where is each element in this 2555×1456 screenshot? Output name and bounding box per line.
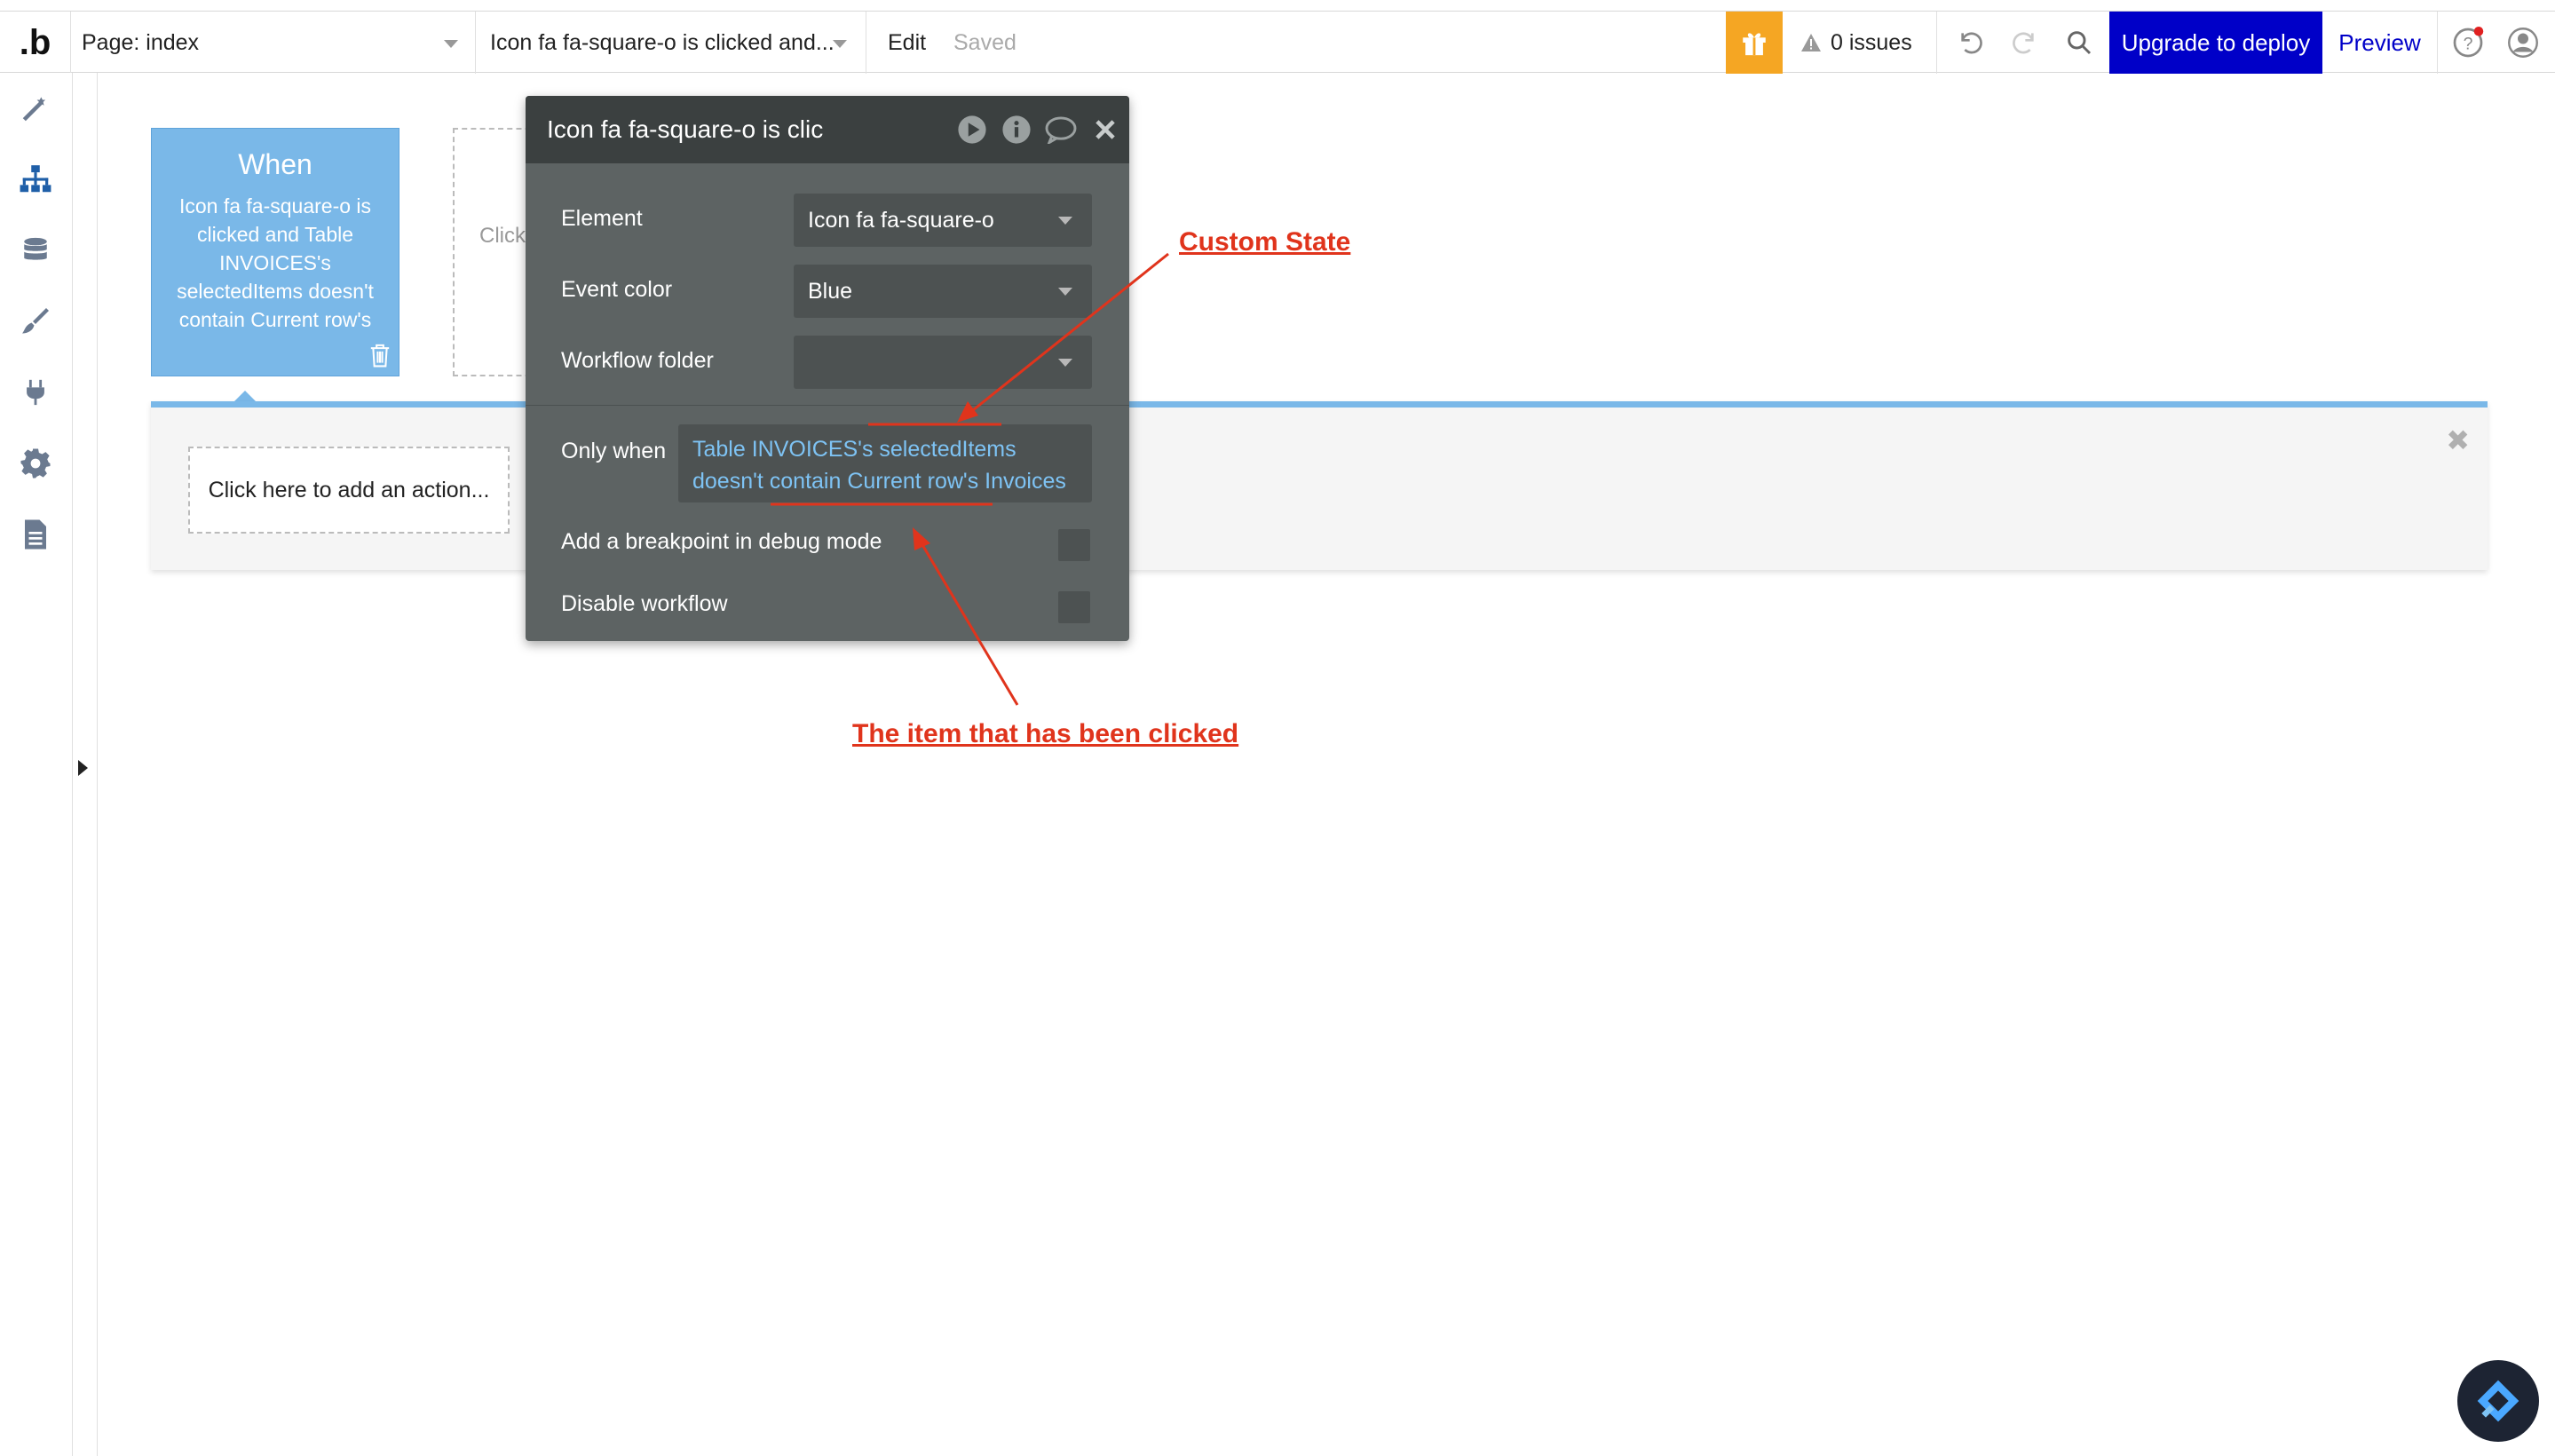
event-color-label: Event color	[561, 277, 673, 302]
top-toolbar: .b Page: index Icon fa fa-square-o is cl…	[0, 11, 2555, 74]
workflow-selector-label: Icon fa fa-square-o is clicked and...	[490, 29, 835, 55]
editor-divider	[526, 405, 1129, 406]
search-icon	[2068, 31, 2092, 55]
add-action-button[interactable]: Click here to add an action...	[188, 447, 510, 534]
event-color-dropdown[interactable]: Blue	[794, 265, 1092, 318]
workflow-selector[interactable]: Icon fa fa-square-o is clicked and...	[476, 12, 866, 74]
bubble-logo[interactable]: .b	[0, 12, 71, 74]
property-editor-title: Icon fa fa-square-o is clic	[547, 115, 824, 143]
sidebar-item-logs[interactable]	[0, 508, 71, 561]
plug-icon	[27, 379, 44, 406]
breakpoint-checkbox[interactable]	[1058, 529, 1090, 561]
search-button[interactable]	[2058, 12, 2100, 74]
clicked-item-annotation: The item that has been clicked	[852, 719, 1239, 748]
workflow-event-card[interactable]: When Icon fa fa-square-o is clicked and …	[151, 128, 399, 376]
sidebar-item-design[interactable]	[0, 82, 71, 135]
upgrade-to-deploy-button[interactable]: Upgrade to deploy	[2109, 12, 2322, 74]
only-when-condition-field[interactable]: Table INVOICES's selectedItems doesn't c…	[678, 424, 1092, 502]
run-button[interactable]	[955, 113, 989, 146]
chevron-down-icon	[1058, 359, 1072, 367]
chat-logo-icon	[2477, 1380, 2519, 1422]
undo-button[interactable]	[1950, 12, 1992, 74]
chevron-down-icon	[833, 40, 847, 48]
help-button[interactable]: ?	[2447, 12, 2489, 74]
add-event-placeholder-label: Click	[479, 224, 526, 248]
custom-state-annotation: Custom State	[1179, 227, 1351, 257]
help-icon: ?	[2453, 27, 2484, 58]
only-when-label: Only when	[561, 439, 667, 463]
issues-count: 0 issues	[1831, 29, 1912, 55]
element-dropdown[interactable]: Icon fa fa-square-o	[794, 194, 1092, 247]
info-button[interactable]	[1000, 113, 1033, 146]
info-icon	[1002, 115, 1031, 144]
event-color-dropdown-value: Blue	[808, 278, 853, 304]
design-icon	[22, 97, 46, 122]
close-icon	[1096, 120, 1115, 139]
workflow-folder-label: Workflow folder	[561, 348, 714, 373]
document-icon	[25, 519, 46, 550]
workflow-icon	[20, 165, 51, 193]
gear-icon	[20, 448, 51, 479]
edit-menu-button[interactable]: Edit	[888, 12, 926, 74]
chevron-down-icon	[1058, 288, 1072, 296]
close-icon[interactable]: ✖	[2446, 423, 2470, 457]
sidebar-item-settings[interactable]	[0, 437, 71, 490]
page-selector-label: Page: index	[82, 29, 200, 55]
close-editor-button[interactable]	[1088, 113, 1122, 146]
support-chat-button[interactable]	[2457, 1360, 2539, 1442]
warning-icon	[1801, 34, 1821, 51]
expand-panel-icon[interactable]	[78, 760, 88, 776]
left-sidebar	[0, 73, 73, 1456]
comment-button[interactable]	[1044, 113, 1078, 146]
element-dropdown-value: Icon fa fa-square-o	[808, 207, 994, 233]
data-icon	[24, 237, 47, 260]
property-editor: Icon fa fa-square-o is clic Element Icon…	[526, 96, 1129, 641]
sidebar-item-workflow[interactable]	[0, 153, 71, 206]
workflow-folder-dropdown[interactable]	[794, 336, 1092, 389]
play-icon	[958, 115, 986, 144]
undo-icon	[1961, 32, 1982, 54]
actions-panel: Click here to add an action... ✖	[151, 401, 2488, 570]
gift-button[interactable]	[1726, 12, 1783, 74]
page-selector[interactable]: Page: index	[71, 12, 476, 74]
breakpoint-label: Add a breakpoint in debug mode	[561, 529, 882, 554]
event-card-description: Icon fa fa-square-o is clicked and Table…	[177, 194, 374, 331]
preview-button[interactable]: Preview	[2322, 12, 2438, 74]
trash-icon[interactable]	[368, 344, 392, 368]
sidebar-item-plugins[interactable]	[0, 366, 71, 419]
property-editor-header[interactable]: Icon fa fa-square-o is clic	[526, 96, 1129, 163]
sidebar-item-styles[interactable]	[0, 295, 71, 348]
sidebar-item-data[interactable]	[0, 224, 71, 277]
avatar-icon	[2508, 28, 2538, 58]
event-card-title: When	[238, 148, 312, 180]
disable-workflow-checkbox[interactable]	[1058, 591, 1090, 623]
comment-icon	[1045, 116, 1077, 144]
disable-workflow-label: Disable workflow	[561, 591, 728, 616]
issues-button[interactable]: 0 issues	[1783, 12, 1937, 74]
chevron-down-icon	[444, 40, 458, 48]
account-button[interactable]	[2502, 12, 2544, 74]
svg-text:?: ?	[2464, 35, 2473, 54]
redo-icon	[2013, 32, 2034, 54]
logo-text: b	[28, 22, 51, 62]
chevron-down-icon	[1058, 217, 1072, 225]
redo-button[interactable]	[2003, 12, 2045, 74]
styles-icon	[22, 308, 49, 334]
saved-status: Saved	[953, 29, 1016, 55]
gift-icon	[1743, 33, 1766, 56]
element-label: Element	[561, 206, 643, 231]
